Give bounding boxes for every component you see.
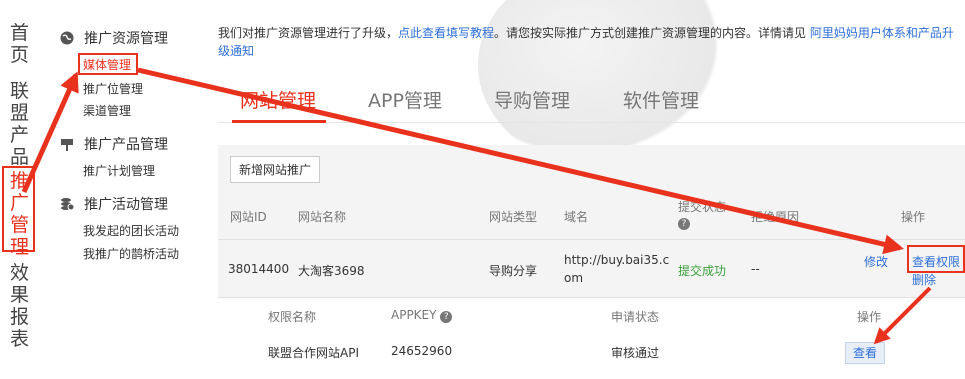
sidebar-group-label: 推广资源管理 <box>84 31 168 47</box>
tab-website-management[interactable]: 网站管理 <box>240 86 316 113</box>
active-tab-indicator <box>232 120 326 123</box>
website-panel: 新增网站推广 网站ID 网站名称 网站类型 域名 提交状态 ? 拒绝原因 操作 … <box>218 145 965 379</box>
tab-bar: 网站管理 APP管理 导购管理 软件管理 <box>218 82 965 123</box>
nav-alliance-products[interactable]: 联盟产品 <box>10 80 32 168</box>
add-website-promotion-button[interactable]: 新增网站推广 <box>230 156 321 183</box>
sub-header-appkey: APPKEY ? <box>391 308 453 323</box>
permissions-subtable: 权限名称 APPKEY ? 申请状态 操作 联盟合作网站API 24652960… <box>218 297 965 379</box>
edit-link[interactable]: 修改 <box>864 253 888 270</box>
sidebar-item-plan-management[interactable]: 推广计划管理 <box>83 162 155 179</box>
cell-site-type: 导购分享 <box>489 264 538 278</box>
help-icon[interactable]: ? <box>440 311 453 323</box>
cell-domain: http://buy.bai35.c om <box>564 253 670 285</box>
delete-link[interactable]: 删除 <box>912 271 936 288</box>
tab-app-management[interactable]: APP管理 <box>368 86 442 113</box>
coins-icon <box>60 197 74 211</box>
col-header-site-name: 网站名称 <box>298 210 347 224</box>
sidebar-group-resources[interactable]: 推广资源管理 <box>60 28 168 48</box>
sidebar-group-label: 推广产品管理 <box>84 137 168 153</box>
sub-header-apply-status: 申请状态 <box>611 310 660 324</box>
col-header-site-id: 网站ID <box>230 210 267 224</box>
col-header-domain: 域名 <box>564 210 589 224</box>
row-divider <box>218 239 965 240</box>
help-icon[interactable]: ? <box>678 218 690 230</box>
sidebar-group-activities[interactable]: 推广活动管理 <box>60 194 168 214</box>
col-header-actions: 操作 <box>901 210 926 224</box>
sidebar-item-bridge-activities[interactable]: 我推广的鹊桥活动 <box>83 245 179 262</box>
cell-site-id: 38014400 <box>228 262 290 276</box>
globe-icon <box>60 31 74 45</box>
col-header-submit-status: 提交状态 ? <box>678 200 727 230</box>
col-header-site-type: 网站类型 <box>489 210 538 224</box>
view-button[interactable]: 查看 <box>845 342 885 364</box>
tab-shopping-guide-management[interactable]: 导购管理 <box>494 86 570 113</box>
sub-cell-apply-status: 审核通过 <box>611 346 660 360</box>
cell-submit-status: 提交成功 <box>678 264 727 278</box>
annotation-highlight-nav <box>2 166 35 252</box>
nav-performance-reports[interactable]: 效果报表 <box>10 262 32 350</box>
sub-cell-appkey: 24652960 <box>391 344 453 358</box>
annotation-highlight-media <box>78 53 138 75</box>
sidebar-item-adzone-management[interactable]: 推广位管理 <box>83 80 143 97</box>
sidebar-group-label: 推广活动管理 <box>84 197 168 213</box>
sub-cell-permission-name: 联盟合作网站API <box>268 346 359 360</box>
tutorial-link[interactable]: 点此查看填写教程 <box>398 26 494 40</box>
nav-home[interactable]: 首页 <box>10 22 32 66</box>
sidebar-group-products[interactable]: 推广产品管理 <box>60 134 168 154</box>
tab-software-management[interactable]: 软件管理 <box>623 86 699 113</box>
signpost-icon <box>60 137 74 151</box>
sub-header-actions: 操作 <box>857 310 882 324</box>
sidebar-item-channel-management[interactable]: 渠道管理 <box>83 102 131 119</box>
cell-reject-reason: -- <box>751 262 760 276</box>
cell-site-name: 大淘客3698 <box>298 264 365 278</box>
sidebar-item-team-activities[interactable]: 我发起的团长活动 <box>83 222 179 239</box>
main-content: 我们对推广资源管理进行了升级，点此查看填写教程。请您按实际推广方式创建推广资源管… <box>218 0 965 379</box>
annotation-highlight-view-permissions <box>907 245 965 273</box>
sub-header-permission-name: 权限名称 <box>268 310 317 324</box>
left-nav: 首页 联盟产品 推广管理 效果报表 <box>0 0 45 378</box>
upgrade-notice: 我们对推广资源管理进行了升级，点此查看填写教程。请您按实际推广方式创建推广资源管… <box>218 26 954 58</box>
col-header-reject-reason: 拒绝原因 <box>751 210 800 224</box>
